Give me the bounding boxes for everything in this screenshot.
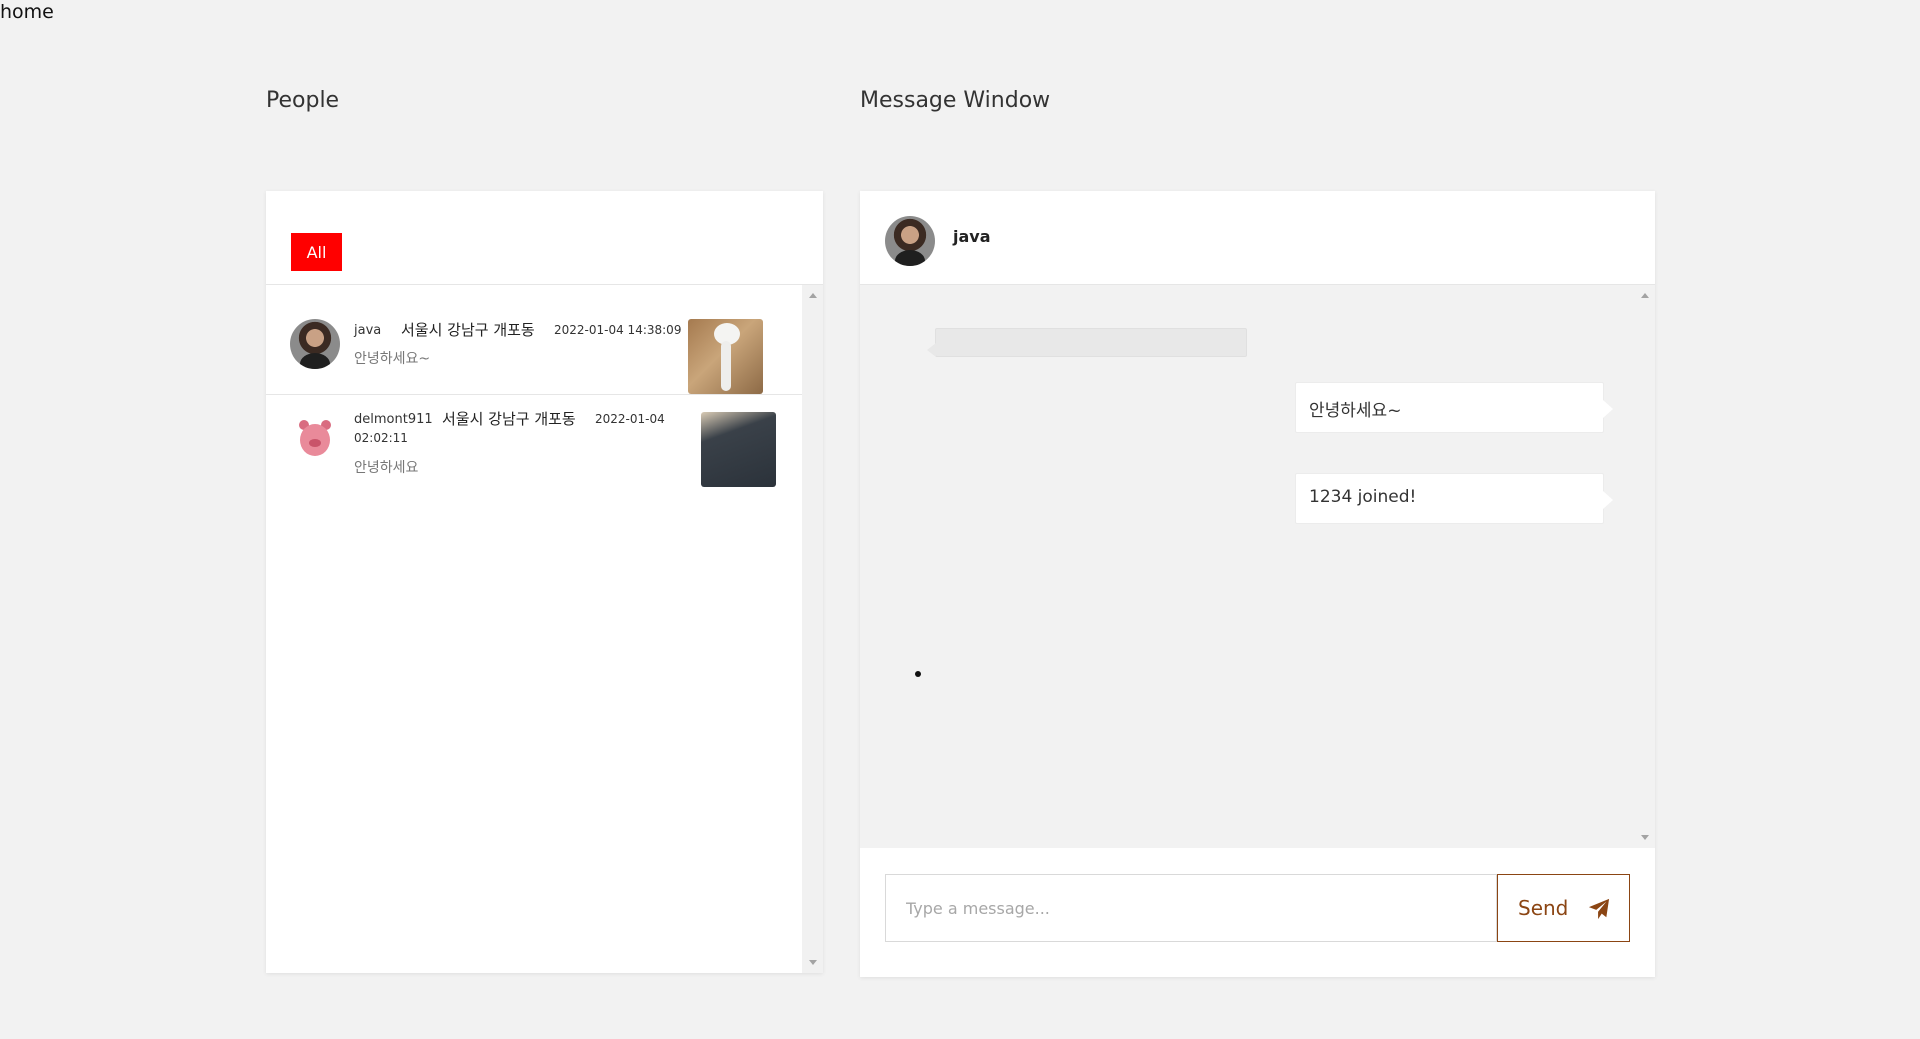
- scroll-up-arrow-icon[interactable]: [1640, 293, 1649, 298]
- person-avatar: [290, 319, 340, 369]
- outgoing-message-bubble: 1234 joined!: [1295, 473, 1613, 524]
- person-name: delmont911: [354, 412, 433, 427]
- message-scrollbar[interactable]: [1634, 285, 1655, 848]
- people-filter-bar: All: [266, 191, 823, 285]
- person-time: 2022-01-04 14:38:09: [554, 323, 682, 337]
- people-panel: All java 서울시 강남구 개포동 2022-01-04 14:38:09…: [266, 191, 823, 973]
- outgoing-message-bubble: 안녕하세요~: [1295, 382, 1613, 433]
- person-name: java: [354, 323, 382, 338]
- person-time-clock: 02:02:11: [354, 431, 408, 445]
- paper-plane-icon: [1588, 898, 1610, 920]
- person-location: 서울시 강남구 개포동: [442, 410, 576, 428]
- scroll-down-arrow-icon[interactable]: [1640, 835, 1649, 840]
- home-link[interactable]: home: [0, 0, 54, 24]
- scroll-up-arrow-icon[interactable]: [808, 293, 817, 298]
- send-button[interactable]: Send: [1497, 874, 1630, 942]
- person-last-message: 안녕하세요: [354, 460, 419, 476]
- message-panel: java 안녕하세요~ 1234 joined! Send: [860, 191, 1655, 977]
- chat-partner-name: java: [953, 227, 991, 246]
- person-time-date: 2022-01-04: [595, 412, 665, 426]
- message-composer: Send: [860, 848, 1655, 977]
- send-label: Send: [1518, 896, 1569, 920]
- person-last-message: 안녕하세요~: [354, 351, 431, 367]
- airpod-thumbnail: [688, 319, 763, 394]
- message-list: 안녕하세요~ 1234 joined!: [860, 285, 1655, 848]
- pink-pig-avatar: [290, 415, 340, 465]
- person-item-java[interactable]: java 서울시 강남구 개포동 2022-01-04 14:38:09 안녕하…: [266, 285, 802, 395]
- scroll-down-arrow-icon[interactable]: [808, 960, 817, 965]
- person-location: 서울시 강남구 개포동: [401, 321, 535, 339]
- dark-item-thumbnail: [701, 412, 776, 487]
- people-list: java 서울시 강남구 개포동 2022-01-04 14:38:09 안녕하…: [266, 285, 802, 973]
- message-window-heading: Message Window: [860, 88, 1051, 113]
- incoming-message-bubble: [927, 328, 1247, 357]
- people-heading: People: [266, 88, 340, 113]
- message-input[interactable]: [885, 874, 1497, 942]
- people-scrollbar[interactable]: [802, 285, 823, 973]
- chat-header: java: [860, 191, 1655, 285]
- person-item-delmont911[interactable]: delmont911 서울시 강남구 개포동 2022-01-04 02:02:…: [266, 395, 802, 515]
- list-bullet: [915, 671, 921, 677]
- filter-all-button[interactable]: All: [291, 233, 342, 271]
- chat-partner-avatar: [885, 216, 935, 266]
